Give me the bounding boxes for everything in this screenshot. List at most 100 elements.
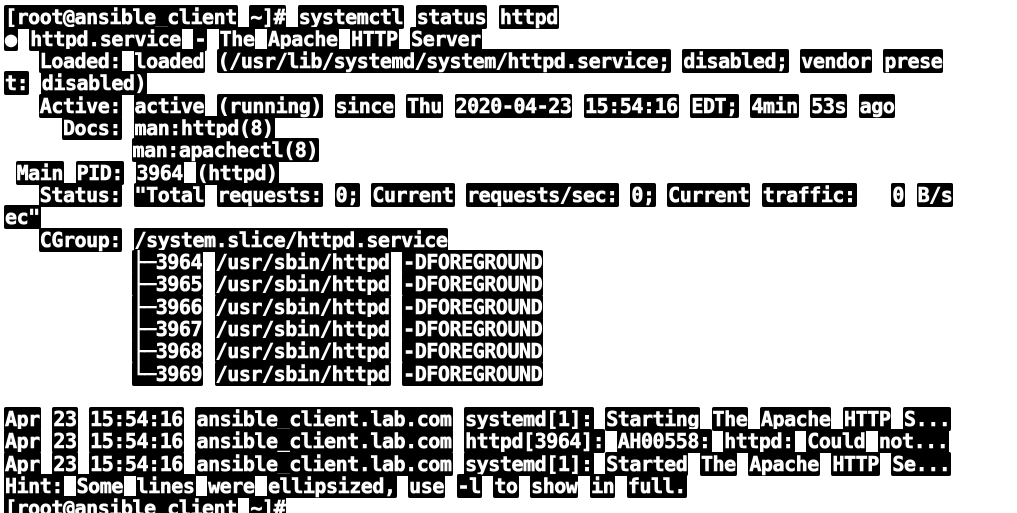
terminal-word: requests/sec: [466, 183, 619, 207]
terminal-space [391, 339, 403, 363]
terminal-space [339, 27, 351, 51]
terminal-word: not... [877, 429, 950, 453]
terminal-space [391, 272, 403, 296]
terminal-word: Current [667, 183, 751, 207]
terminal-word: traffic: [761, 183, 857, 207]
terminal-space [203, 339, 215, 363]
terminal-space [4, 161, 16, 185]
terminal-space [872, 49, 884, 73]
terminal-word: to [493, 474, 519, 498]
terminal-space [4, 94, 39, 118]
terminal-word: 23 [52, 429, 78, 453]
terminal-word: -DFOREGROUND [402, 295, 544, 319]
terminal-word: disabled) [40, 71, 148, 95]
terminal-space [391, 362, 403, 386]
terminal-space [122, 116, 134, 140]
terminal-space [4, 317, 132, 341]
terminal-line-prompt[interactable]: [root@ansible_client ~]# [4, 496, 287, 513]
terminal-word: full. [626, 474, 687, 498]
terminal-word: B/s [916, 183, 954, 207]
terminal-word: (httpd) [195, 161, 279, 185]
terminal-word: 2020-04-23 [454, 94, 573, 118]
terminal-word: Apache [759, 407, 832, 431]
terminal-word: [root@ansible_client [4, 496, 238, 513]
terminal-word: ├─3967 [131, 317, 204, 341]
terminal-line-docs: Docs: man:httpd(8) [4, 116, 275, 140]
terminal-word: [root@ansible_client [4, 5, 238, 29]
terminal-line-cgroup-process: ├─3966 /usr/sbin/httpd -DFOREGROUND [4, 295, 544, 319]
terminal-line-journal: Apr 23 15:54:16 ansible_client.lab.com s… [4, 452, 952, 476]
terminal-space [679, 94, 691, 118]
terminal-space [831, 407, 843, 431]
terminal-line-hint: Hint: Some lines were ellipsized, use -l… [4, 474, 687, 498]
terminal-space [700, 407, 712, 431]
terminal-space [750, 183, 762, 207]
terminal-space [399, 27, 411, 51]
terminal-line-status: Status: "Total requests: 0; Current requ… [4, 183, 954, 207]
terminal-space [443, 94, 455, 118]
terminal-line-prompt-command: [root@ansible_client ~]# systemctl statu… [4, 5, 559, 29]
terminal-space [205, 49, 217, 73]
terminal-word: 15:54:16 [584, 94, 679, 118]
terminal-word: /usr/sbin/httpd [214, 250, 391, 274]
terminal-space [286, 5, 298, 29]
terminal-space [445, 474, 457, 498]
terminal-word: Could [806, 429, 867, 453]
terminal-word: ├─3964 [131, 250, 204, 274]
terminal-space [712, 429, 724, 453]
terminal-space [594, 407, 606, 431]
terminal-word: ~]# [249, 496, 287, 513]
terminal-space [688, 452, 700, 476]
terminal-space [124, 161, 136, 185]
terminal-word: man:apachectl(8) [131, 138, 319, 162]
terminal-word: Server [410, 27, 482, 51]
terminal-word: 15:54:16 [89, 452, 184, 476]
terminal-space [656, 183, 668, 207]
terminal-word: The [699, 452, 737, 476]
terminal-word: 23 [52, 407, 78, 431]
terminal-word: 3964 [135, 161, 184, 185]
terminal-space [391, 295, 403, 319]
terminal-space [29, 71, 41, 95]
terminal-line-main-pid: Main PID: 3964 (httpd) [4, 161, 279, 185]
terminal-space [789, 49, 801, 73]
terminal-word: Loaded: [38, 49, 122, 73]
terminal-word: 15:54:16 [89, 407, 184, 431]
terminal-word: requests: [216, 183, 323, 207]
terminal-word: The [711, 407, 749, 431]
terminal-word: systemd[1]: [464, 407, 594, 431]
terminal-space [4, 272, 132, 296]
terminal-word: Se... [891, 452, 952, 476]
terminal-space [205, 94, 217, 118]
terminal-word: 4min [750, 94, 799, 118]
terminal-line-cgroup-process: └─3969 /usr/sbin/httpd -DFOREGROUND [4, 362, 544, 386]
terminal-word: ec" [4, 205, 41, 229]
terminal-space [748, 407, 760, 431]
terminal-space [519, 474, 531, 498]
terminal-space [866, 429, 878, 453]
terminal-space [78, 429, 90, 453]
terminal-word: ├─3965 [131, 272, 204, 296]
terminal-word: httpd [498, 5, 559, 29]
terminal-word: "Total [133, 183, 206, 207]
terminal-window[interactable]: [root@ansible_client ~]# systemctl statu… [0, 0, 1017, 513]
terminal-word: systemd[1]: [464, 452, 594, 476]
terminal-line-journal: Apr 23 15:54:16 ansible_client.lab.com h… [4, 429, 950, 453]
terminal-word: AH00558: [616, 429, 712, 453]
terminal-word: -DFOREGROUND [402, 272, 544, 296]
terminal-space [572, 94, 584, 118]
terminal-space [4, 228, 39, 252]
terminal-word: httpd: [723, 429, 795, 453]
terminal-space [799, 94, 811, 118]
terminal-word: - [193, 27, 208, 51]
terminal-word: Current [371, 183, 455, 207]
terminal-word: vendor [800, 49, 872, 73]
terminal-word: /system.slice/httpd.service [133, 228, 449, 252]
terminal-word: EDT; [690, 94, 739, 118]
terminal-word: t: [4, 71, 30, 95]
terminal-space [64, 474, 76, 498]
terminal-space [203, 272, 215, 296]
terminal-space [453, 407, 465, 431]
terminal-space [880, 452, 892, 476]
terminal-word: -l [456, 474, 482, 498]
